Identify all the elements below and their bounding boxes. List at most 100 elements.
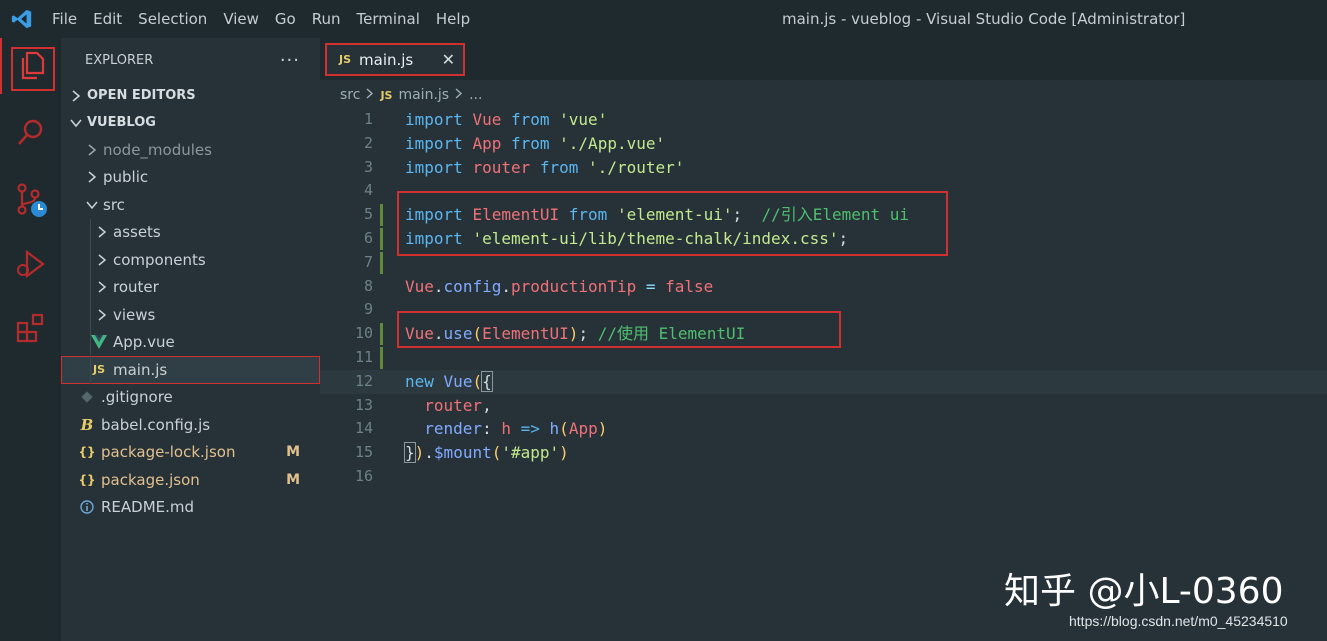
modified-badge: M bbox=[286, 471, 300, 488]
tree-item-node-modules[interactable]: node_modules bbox=[61, 136, 320, 164]
code-text: new Vue({ bbox=[405, 370, 493, 392]
line-number: 6 bbox=[363, 229, 373, 247]
tree-item-main-js[interactable]: JS main.js bbox=[61, 356, 320, 384]
tab-label: main.js bbox=[359, 50, 414, 69]
indent-guide bbox=[90, 273, 91, 301]
line-number: 10 bbox=[354, 324, 373, 343]
extensions-icon[interactable] bbox=[0, 300, 61, 356]
breadcrumb-folder[interactable]: src bbox=[340, 87, 360, 103]
tree-item-components[interactable]: components bbox=[61, 246, 320, 274]
tree-item-package-json[interactable]: {} package.json M bbox=[61, 466, 320, 494]
menu-go[interactable]: Go bbox=[267, 0, 304, 38]
code-line: 3 import router from './router' bbox=[320, 156, 1327, 180]
menu-view[interactable]: View bbox=[215, 0, 267, 38]
chevron-right-icon bbox=[93, 226, 111, 238]
code-line: 16 bbox=[320, 465, 1327, 489]
line-number: 15 bbox=[354, 443, 373, 462]
code-text: render: h => h(App) bbox=[424, 419, 608, 439]
line-number: 8 bbox=[363, 276, 373, 295]
menu-bar: File Edit Selection View Go Run Terminal… bbox=[44, 0, 478, 38]
git-added-marker bbox=[380, 323, 383, 346]
tree-item-label: README.md bbox=[101, 498, 195, 517]
breadcrumb-symbol[interactable]: ... bbox=[469, 87, 482, 103]
line-number: 9 bbox=[363, 300, 373, 319]
tree-item-src[interactable]: src bbox=[61, 191, 320, 219]
js-file-icon: JS bbox=[380, 88, 393, 102]
menu-edit[interactable]: Edit bbox=[85, 0, 130, 38]
git-file-icon bbox=[77, 391, 97, 403]
open-editors-section[interactable]: OPEN EDITORS bbox=[61, 82, 320, 109]
more-actions-icon[interactable]: ··· bbox=[280, 50, 300, 71]
tree-item-package-lock[interactable]: {} package-lock.json M bbox=[61, 439, 320, 467]
line-number: 13 bbox=[354, 395, 373, 414]
line-number: 16 bbox=[354, 467, 373, 485]
source-control-icon[interactable] bbox=[0, 172, 61, 228]
git-added-marker bbox=[380, 251, 383, 274]
search-icon[interactable] bbox=[0, 104, 61, 160]
indent-guide bbox=[90, 356, 91, 384]
explorer-sidebar: EXPLORER ··· OPEN EDITORS VUEBLOG node_m… bbox=[61, 38, 320, 641]
line-number: 7 bbox=[363, 252, 373, 271]
chevron-right-icon bbox=[366, 87, 374, 103]
vscode-logo-icon bbox=[0, 0, 44, 38]
code-line: 8 Vue.config.productionTip = false bbox=[320, 275, 1327, 299]
tree-item-gitignore[interactable]: .gitignore bbox=[61, 384, 320, 412]
title-bar: File Edit Selection View Go Run Terminal… bbox=[0, 0, 1327, 38]
tree-item-label: package-lock.json bbox=[101, 443, 236, 462]
tree-item-label: src bbox=[103, 195, 125, 214]
tree-item-label: router bbox=[113, 278, 159, 297]
chevron-right-icon bbox=[67, 89, 85, 102]
explorer-title: EXPLORER bbox=[85, 52, 154, 68]
explorer-icon[interactable] bbox=[0, 38, 61, 94]
line-number: 5 bbox=[363, 205, 373, 224]
tab-main-js[interactable]: JS main.js ✕ bbox=[325, 43, 465, 76]
code-line: 2 import App from './App.vue' bbox=[320, 132, 1327, 156]
json-file-icon: {} bbox=[78, 445, 96, 460]
js-file-icon: JS bbox=[339, 53, 352, 66]
menu-run[interactable]: Run bbox=[304, 0, 349, 38]
chevron-right-icon bbox=[93, 281, 111, 293]
tree-item-app-vue[interactable]: App.vue bbox=[61, 328, 320, 356]
tree-item-babel-config[interactable]: B babel.config.js bbox=[61, 411, 320, 439]
highlight-box bbox=[11, 47, 55, 91]
tree-item-label: assets bbox=[113, 223, 161, 242]
line-number: 2 bbox=[363, 133, 373, 152]
tree-item-views[interactable]: views bbox=[61, 301, 320, 329]
tree-item-label: package.json bbox=[101, 470, 200, 489]
tree-item-label: components bbox=[113, 250, 206, 269]
js-file-icon: JS bbox=[92, 363, 105, 377]
close-icon[interactable]: ✕ bbox=[442, 50, 455, 69]
json-file-icon: {} bbox=[78, 472, 96, 487]
tree-item-readme[interactable]: README.md bbox=[61, 494, 320, 522]
indent-guide bbox=[90, 218, 91, 246]
watermark-url: https://blog.csdn.net/m0_45234510 bbox=[1069, 613, 1288, 629]
code-text: router, bbox=[424, 395, 492, 415]
menu-terminal[interactable]: Terminal bbox=[349, 0, 428, 38]
highlight-box-use bbox=[397, 311, 841, 348]
menu-selection[interactable]: Selection bbox=[130, 0, 215, 38]
breadcrumb-file[interactable]: main.js bbox=[398, 87, 449, 103]
info-file-icon bbox=[77, 500, 97, 514]
code-line: 13 router, bbox=[320, 394, 1327, 418]
project-section[interactable]: VUEBLOG bbox=[61, 109, 320, 136]
git-added-marker bbox=[380, 204, 383, 227]
tree-item-public[interactable]: public bbox=[61, 164, 320, 192]
chevron-right-icon bbox=[83, 171, 101, 183]
menu-file[interactable]: File bbox=[44, 0, 85, 38]
tab-bar: JS main.js ✕ bbox=[320, 38, 1327, 80]
line-number: 1 bbox=[363, 110, 373, 128]
chevron-right-icon bbox=[93, 254, 111, 266]
run-debug-icon[interactable] bbox=[0, 236, 61, 292]
activity-bar bbox=[0, 38, 61, 641]
menu-help[interactable]: Help bbox=[428, 0, 478, 38]
tree-item-label: public bbox=[103, 168, 149, 187]
chevron-right-icon bbox=[83, 144, 101, 156]
modified-badge: M bbox=[286, 444, 300, 461]
tree-item-assets[interactable]: assets bbox=[61, 218, 320, 246]
explorer-header: EXPLORER ··· bbox=[61, 38, 320, 82]
vue-file-icon bbox=[89, 335, 109, 350]
code-text: import App from './App.vue' bbox=[405, 133, 666, 153]
tree-item-router[interactable]: router bbox=[61, 273, 320, 301]
code-line: 15}).$mount('#app') bbox=[320, 441, 1327, 465]
code-line: 14 render: h => h(App) bbox=[320, 417, 1327, 441]
